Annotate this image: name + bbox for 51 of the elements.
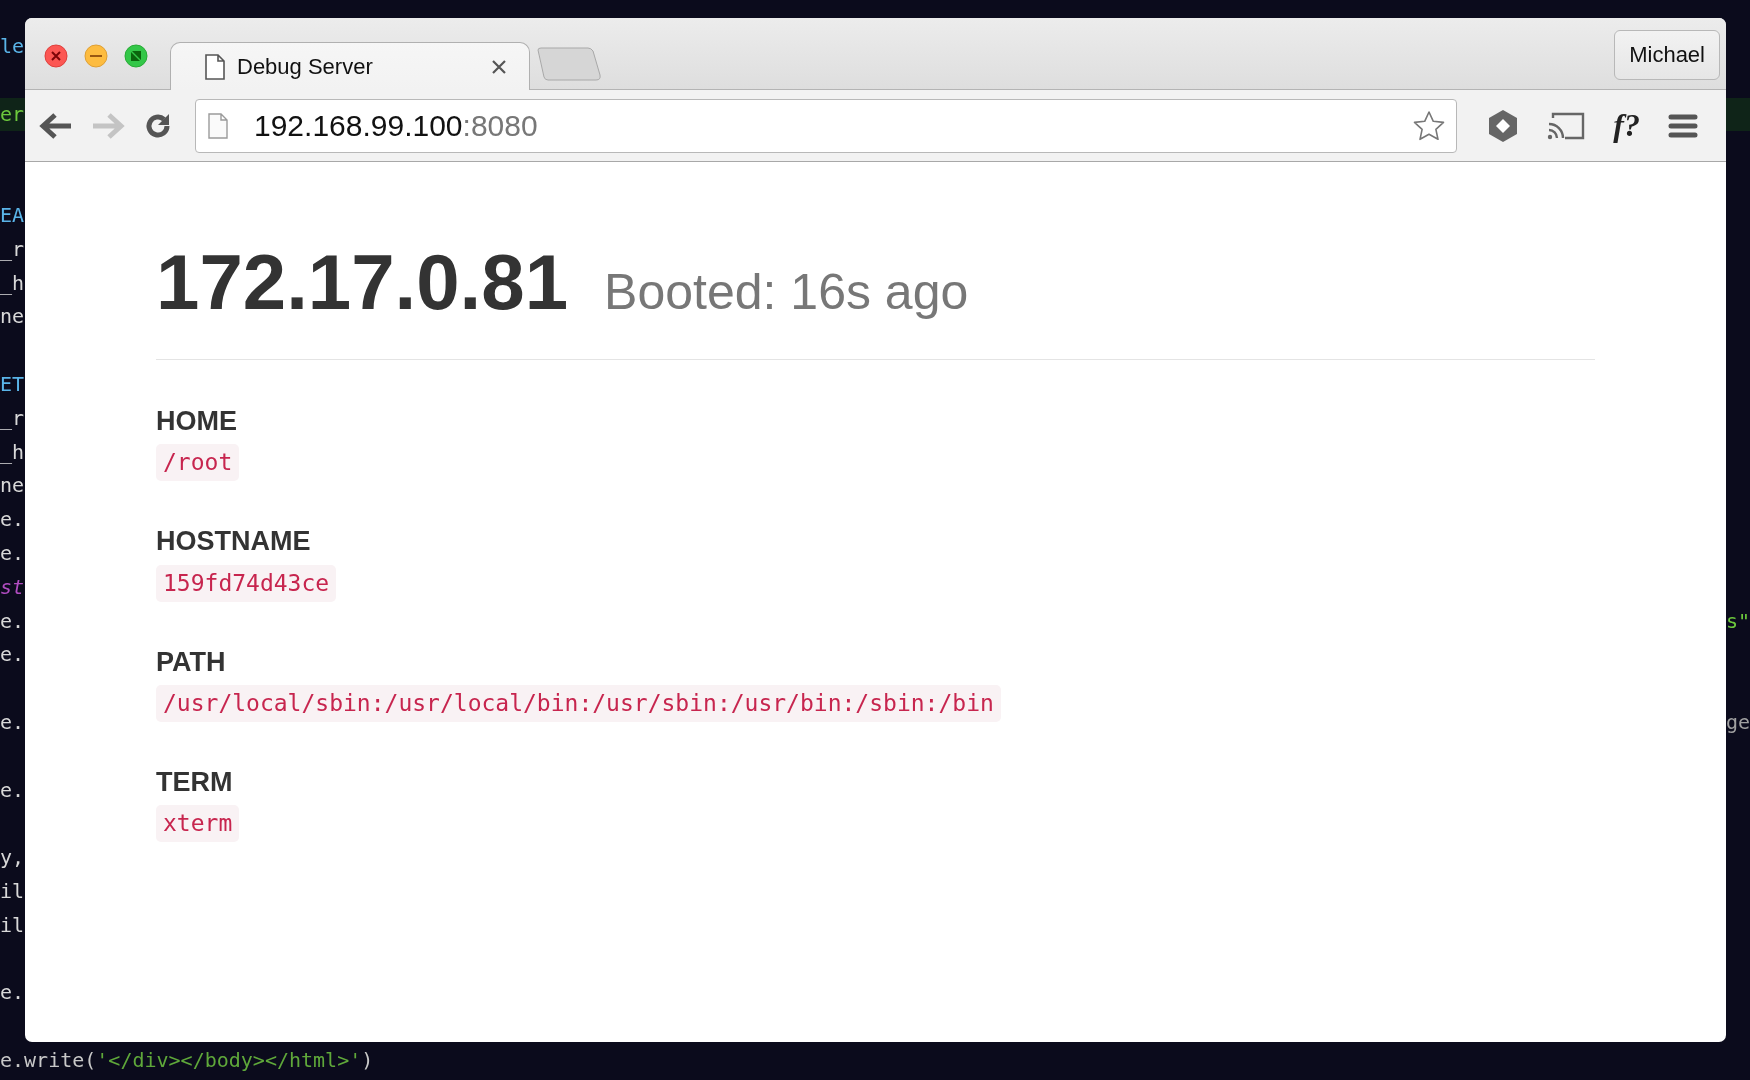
hexagon-icon[interactable] (1487, 108, 1520, 143)
variable-name: HOSTNAME (156, 525, 312, 558)
code-text: er (0, 100, 25, 128)
browser-tab[interactable]: Debug Server (170, 42, 530, 90)
variable-name: TERM (156, 765, 234, 799)
boot-time: Booted: 16s ago (604, 265, 969, 320)
url-text: 192.168.99.100:8080 (254, 108, 538, 143)
code-text: e. (0, 641, 25, 669)
code-text: _h (0, 269, 25, 297)
code-text: y, (0, 844, 25, 872)
page-heading: 172.17.0.81 (156, 240, 569, 326)
cast-icon[interactable] (1547, 111, 1586, 140)
code-text: EA (0, 202, 25, 229)
fullscreen-icon[interactable] (124, 44, 148, 68)
variable-value: /root (156, 444, 240, 482)
code-text: le (0, 33, 25, 60)
code-text: e. (0, 708, 25, 736)
address-bar[interactable]: 192.168.99.100:8080 (195, 98, 1458, 153)
code-text: ET (0, 370, 25, 398)
extension-button[interactable]: f? (1613, 107, 1640, 144)
code-text: _h (0, 438, 25, 466)
star-icon[interactable] (1412, 109, 1447, 142)
code-text: st (0, 573, 25, 601)
menu-icon[interactable] (1668, 112, 1698, 139)
code-text: e. (0, 979, 25, 1007)
code-text: il (0, 877, 25, 905)
variable-value: /usr/local/sbin:/usr/local/bin:/usr/sbin:/usr/bin:/sbin:/bin (156, 684, 1001, 722)
code-text: _r (0, 404, 25, 432)
code-text: e. (0, 506, 25, 534)
code-text: ne (0, 303, 25, 331)
minimize-icon[interactable] (84, 44, 108, 68)
code-text: ge (1725, 708, 1750, 736)
code-text: e.write('</div></body></html>') (0, 1046, 374, 1074)
close-icon[interactable] (44, 44, 68, 68)
code-text: ne (0, 472, 25, 500)
code-text: il (0, 911, 25, 939)
code-text: s" (1725, 607, 1750, 635)
code-text: e. (0, 607, 25, 635)
code-text: e. (0, 539, 25, 567)
variable-value: 159fd74d43ce (156, 564, 337, 602)
code-text: _r (0, 235, 25, 263)
tab-title: Debug Server (237, 53, 374, 80)
code-text: e. (0, 776, 25, 804)
page-icon (208, 112, 228, 139)
variable-name: PATH (156, 645, 227, 678)
variable-value: xterm (156, 805, 240, 843)
page-icon (205, 53, 225, 80)
close-icon[interactable] (491, 58, 507, 75)
variable-name: HOME (156, 404, 238, 438)
profile-button[interactable]: Michael (1614, 30, 1720, 80)
back-icon[interactable] (39, 111, 73, 140)
